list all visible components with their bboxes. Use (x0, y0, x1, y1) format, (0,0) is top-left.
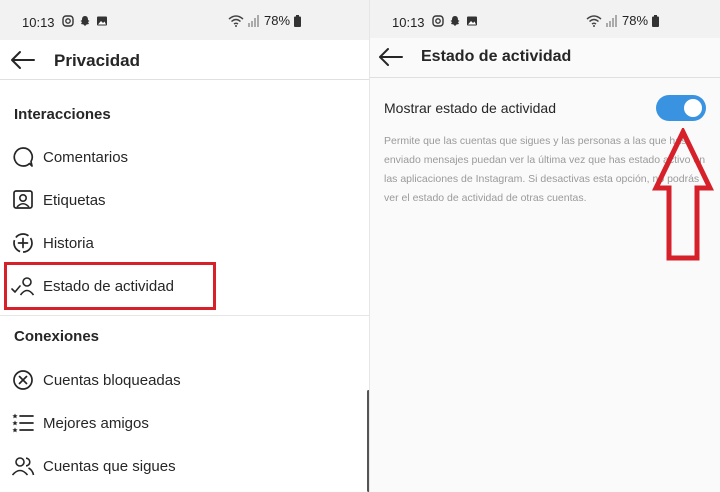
activity-status-toggle[interactable] (656, 95, 706, 121)
menu-item-cuentas-que-sigues[interactable]: Cuentas que sigues (10, 448, 350, 484)
system-indicators: 78% (586, 13, 660, 28)
menu-item-comentarios[interactable]: Comentarios (10, 139, 350, 175)
menu-item-label: Cuentas bloqueadas (43, 371, 181, 389)
story-plus-icon (10, 230, 36, 256)
battery-icon (652, 14, 660, 27)
menu-item-mejores-amigos[interactable]: Mejores amigos (10, 405, 350, 441)
signal-icon (248, 14, 259, 27)
activity-app-bar: Estado de actividad (370, 38, 720, 78)
section-title-conexiones: Conexiones (14, 328, 100, 345)
back-arrow-icon[interactable] (378, 45, 404, 69)
wifi-icon (228, 14, 244, 27)
section-title-interacciones: Interacciones (14, 106, 111, 123)
red-up-arrow-icon (652, 128, 714, 261)
notification-icons (432, 15, 478, 27)
menu-item-etiquetas[interactable]: Etiquetas (10, 182, 350, 218)
gallery-notification-icon (467, 16, 477, 26)
status-time: 10:13 (22, 15, 55, 30)
status-bar: 10:13 78% (370, 0, 720, 40)
status-time: 10:13 (392, 15, 425, 30)
highlight-box (4, 262, 216, 310)
activity-status-screen: 10:13 78% Estado de actividad Mostrar es… (370, 0, 720, 492)
battery-percent: 78% (264, 13, 291, 28)
signal-icon (606, 14, 617, 27)
menu-item-historia[interactable]: Historia (10, 225, 350, 261)
gallery-notification-icon (97, 16, 107, 26)
page-title: Estado de actividad (421, 48, 572, 65)
back-arrow-icon[interactable] (10, 48, 36, 72)
comment-icon (10, 144, 36, 170)
tag-person-icon (10, 187, 36, 213)
privacy-app-bar: Privacidad (0, 40, 370, 80)
wifi-icon (586, 14, 602, 27)
toggle-knob (684, 99, 702, 117)
menu-item-label: Etiquetas (43, 191, 106, 209)
battery-icon (294, 14, 302, 27)
system-indicators: 78% (228, 13, 302, 28)
privacy-screen: 10:13 78% Privacidad Interacciones Comen… (0, 0, 370, 492)
following-people-icon (10, 453, 36, 479)
instagram-notification-icon (62, 15, 74, 27)
activity-status-label: Mostrar estado de actividad (384, 100, 556, 116)
menu-item-label: Cuentas que sigues (43, 457, 176, 475)
snapchat-notification-icon (80, 16, 90, 26)
notification-icons (62, 15, 108, 27)
menu-item-label: Comentarios (43, 148, 129, 166)
instagram-notification-icon (432, 15, 444, 27)
menu-item-label: Mejores amigos (43, 414, 149, 432)
blocked-icon (10, 367, 36, 393)
status-bar: 10:13 78% (0, 0, 370, 40)
close-friends-list-icon (10, 410, 36, 436)
section-divider (0, 315, 370, 316)
snapchat-notification-icon (450, 16, 460, 26)
battery-percent: 78% (622, 13, 649, 28)
menu-item-cuentas-bloqueadas[interactable]: Cuentas bloqueadas (10, 362, 350, 398)
menu-item-label: Historia (43, 234, 94, 252)
page-title: Privacidad (54, 51, 140, 70)
